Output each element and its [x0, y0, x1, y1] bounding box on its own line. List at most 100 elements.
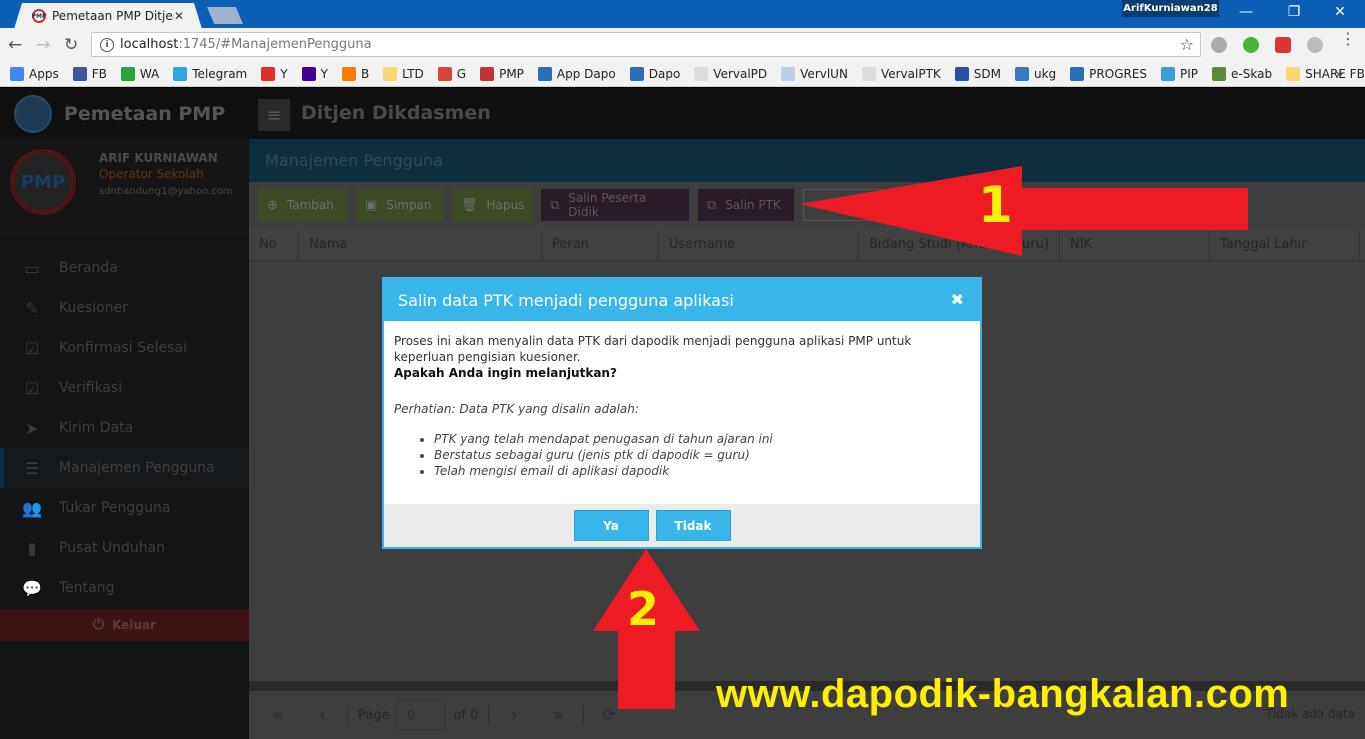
bookmark-item[interactable]: Apps: [10, 66, 59, 81]
url-host: localhost: [120, 37, 179, 52]
bookmarks-overflow-icon[interactable]: »: [1336, 67, 1343, 81]
page-input[interactable]: 0: [396, 700, 447, 730]
back-icon[interactable]: ←: [8, 35, 22, 55]
add-button[interactable]: ⊕ Tambah: [258, 189, 348, 221]
watermark-text: www.dapodik-bangkalan.com: [716, 672, 1290, 716]
bookmark-icon: [629, 66, 644, 81]
user-role: Operator Sekolah: [99, 167, 204, 181]
sidebar: Pemetaan PMP PMP ARIF KURNIAWAN Operator…: [0, 88, 249, 739]
browser-menu-icon[interactable]: ⋮: [1340, 31, 1356, 47]
last-page-icon[interactable]: »: [543, 705, 573, 725]
bookmark-star-icon[interactable]: ☆: [1180, 35, 1194, 54]
bookmark-icon: [954, 66, 969, 81]
close-icon[interactable]: ✖: [951, 290, 964, 309]
bookmark-item[interactable]: Telegram: [173, 66, 247, 81]
bookmark-item[interactable]: ukg: [1015, 66, 1056, 81]
forward-icon[interactable]: →: [36, 35, 50, 55]
reload-icon[interactable]: ↻: [64, 35, 78, 55]
bookmark-item[interactable]: Y: [261, 66, 288, 81]
bookmark-label: PIP: [1180, 66, 1199, 81]
bookmarks-bar: Apps FB WA Telegram Y Y B LTD G PMP App Dapo Dapo Ve…: [0, 61, 1365, 87]
tab-title: Pemetaan PMP Ditjen Dik: [52, 9, 173, 23]
sidebar-item[interactable]: ▭ Beranda: [0, 248, 249, 288]
bookmark-label: G: [456, 66, 467, 81]
dialog-intro: Proses ini akan menyalin data PTK dari d…: [394, 334, 912, 364]
bookmark-icon: [861, 66, 876, 81]
menu-toggle-icon[interactable]: ≡: [258, 99, 290, 131]
sidebar-menu: ▭ Beranda ✎ Kuesioner ☑ Konfirmasi Selesai ☑ Ve…: [0, 248, 249, 608]
bookmark-item[interactable]: VervlUN: [781, 66, 848, 81]
step-number-2: 2: [627, 582, 660, 636]
bookmark-item[interactable]: WA: [120, 66, 159, 81]
sidebar-item[interactable]: ☑ Verifikasi: [0, 368, 249, 408]
bookmark-label: App Dapo: [556, 66, 616, 81]
tab-close-icon[interactable]: ✕: [174, 9, 190, 23]
power-icon: ⏻: [93, 617, 105, 633]
bookmark-item[interactable]: Y: [301, 66, 328, 81]
sidebar-item[interactable]: 💬 Tentang: [0, 568, 249, 608]
arrow-shape: [800, 166, 1248, 256]
bookmark-item[interactable]: PROGRES: [1070, 66, 1147, 81]
column-header[interactable]: Peran: [542, 229, 659, 260]
bookmark-item[interactable]: LTD: [383, 66, 424, 81]
sidebar-item[interactable]: ✎ Kuesioner: [0, 288, 249, 328]
column-header[interactable]: Nama: [299, 229, 542, 260]
new-tab-button[interactable]: [207, 7, 243, 24]
page-of-label: of 0: [453, 707, 479, 723]
bookmark-item[interactable]: Dapo: [629, 66, 680, 81]
bookmark-item[interactable]: B: [341, 66, 370, 81]
copy-ptk-button[interactable]: ⧉ Salin PTK: [698, 189, 794, 221]
dialog-header: Salin data PTK menjadi pengguna aplikasi…: [384, 279, 980, 321]
copy-students-button[interactable]: ⧉ Salin Peserta Didik: [541, 189, 689, 221]
restore-icon[interactable]: ❐: [1274, 4, 1314, 20]
copy-icon: ⧉: [707, 197, 717, 213]
no-button[interactable]: Tidak: [655, 510, 731, 541]
bookmark-item[interactable]: SHARE FB: [1286, 66, 1365, 81]
first-page-icon[interactable]: «: [263, 705, 293, 725]
sidebar-item[interactable]: ➤ Kirim Data: [0, 408, 249, 448]
delete-button[interactable]: 🗑 Hapus: [452, 189, 532, 221]
dialog-note: Perhatian: Data PTK yang disalin adalah:: [394, 402, 639, 416]
sidebar-item-label: Kirim Data: [59, 420, 134, 436]
prev-page-icon[interactable]: ‹: [307, 705, 337, 725]
user-name: ARIF KURNIAWAN: [99, 151, 218, 165]
sidebar-item[interactable]: ☑ Konfirmasi Selesai: [0, 328, 249, 368]
minimize-icon[interactable]: —: [1226, 4, 1266, 20]
extension-globe-icon[interactable]: [1307, 37, 1323, 53]
bookmark-item[interactable]: SDM: [954, 66, 1001, 81]
sidebar-item[interactable]: 👥 Tukar Pengguna: [0, 488, 249, 528]
page-label: Page: [358, 707, 390, 723]
extension-thumb-icon[interactable]: [1243, 37, 1259, 53]
bookmark-item[interactable]: VervalPTK: [861, 66, 941, 81]
profile-badge[interactable]: ArifKurniawan28: [1122, 0, 1219, 17]
sidebar-item[interactable]: ▮ Pusat Unduhan: [0, 528, 249, 568]
save-label: Simpan: [386, 198, 432, 212]
bookmark-item[interactable]: PIP: [1161, 66, 1199, 81]
sidebar-item[interactable]: ☰ Manajemen Pengguna: [0, 448, 249, 488]
bookmark-item[interactable]: FB: [72, 66, 107, 81]
window-close-icon[interactable]: ✕: [1320, 4, 1360, 20]
bookmark-item[interactable]: App Dapo: [537, 66, 616, 81]
save-button[interactable]: ▣ Simpan: [356, 189, 443, 221]
logout-button[interactable]: ⏻ Keluar: [0, 609, 249, 641]
extension-shield-icon[interactable]: [1275, 37, 1291, 53]
address-bar[interactable]: i localhost:1745/#ManajemenPengguna ☆: [91, 32, 1201, 57]
pmp-favicon-icon: PMP: [32, 9, 46, 23]
step-number-1: 1: [978, 176, 1013, 234]
extension-chat-icon[interactable]: [1211, 37, 1227, 53]
yes-button[interactable]: Ya: [573, 510, 649, 541]
column-header[interactable]: No: [249, 229, 299, 260]
browser-tab[interactable]: PMP Pemetaan PMP Ditjen Dik ✕: [14, 3, 202, 29]
info-icon[interactable]: i: [100, 37, 114, 52]
bookmark-item[interactable]: G: [437, 66, 467, 81]
bookmark-item[interactable]: e-Skab: [1212, 66, 1272, 81]
bookmark-label: B: [360, 66, 370, 81]
comments-icon: 💬: [22, 578, 42, 598]
next-page-icon[interactable]: ›: [499, 705, 529, 725]
bookmark-item[interactable]: PMP: [480, 66, 524, 81]
bookmark-label: Y: [280, 66, 288, 81]
kemdikbud-logo: [14, 94, 52, 133]
bookmark-item[interactable]: VervalPD: [694, 66, 767, 81]
bookmark-icon: [261, 66, 276, 81]
plus-circle-icon: ⊕: [267, 197, 278, 213]
